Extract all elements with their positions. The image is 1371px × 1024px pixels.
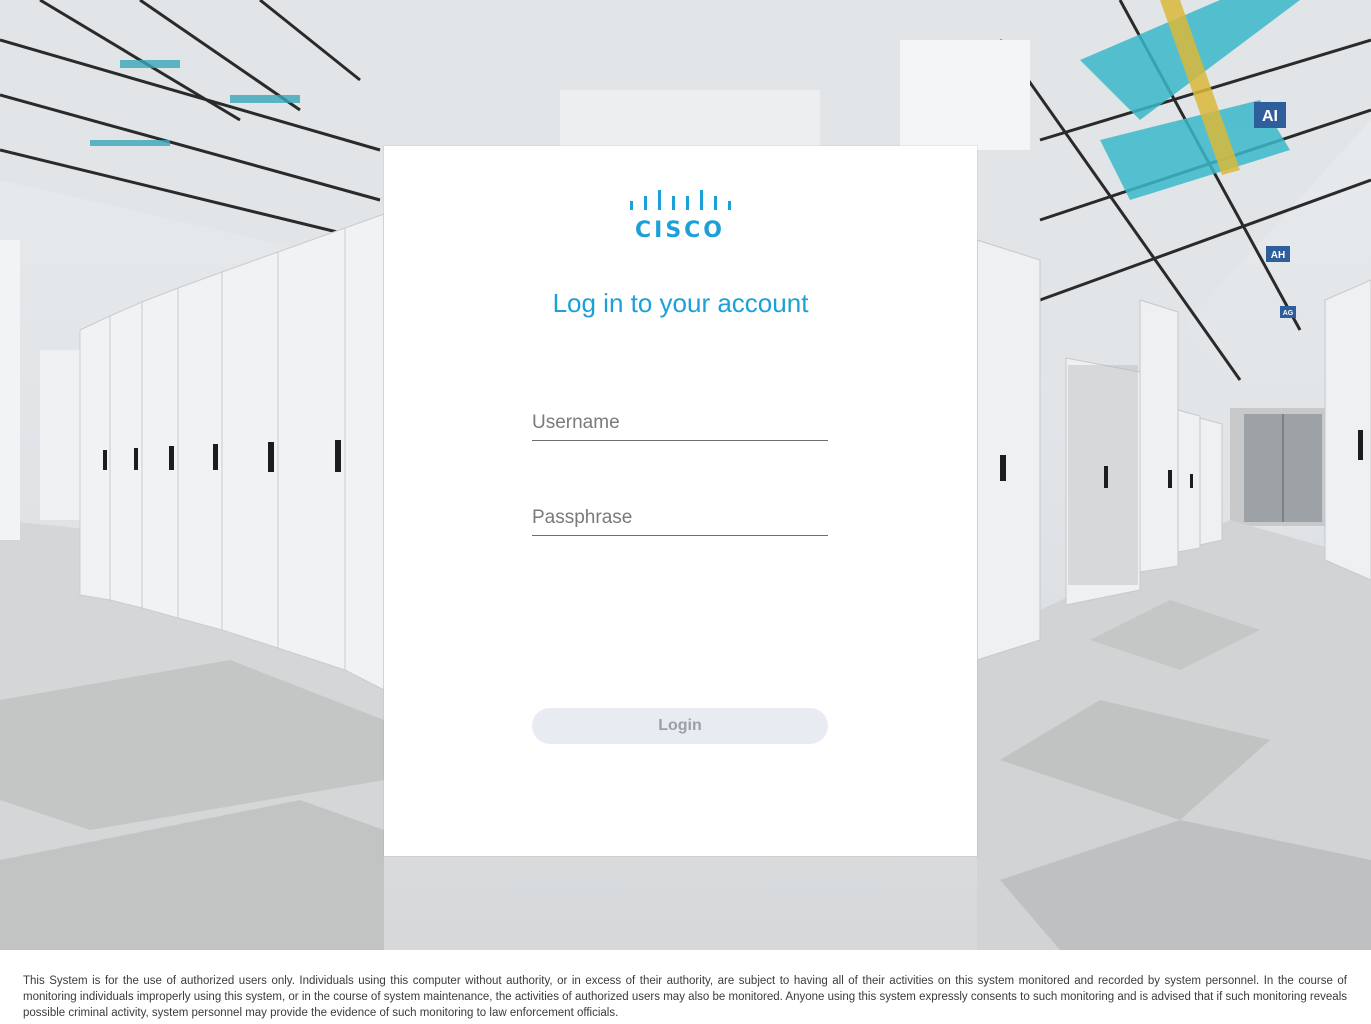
cisco-bars-icon [630,190,731,210]
footer: This System is for the use of authorized… [0,950,1371,1024]
passphrase-input[interactable] [532,501,828,536]
login-title: Log in to your account [552,288,809,318]
login-page: AI AH AG CISCO Log in to your account Us… [0,0,1371,1024]
svg-text:AG: AG [1283,310,1294,317]
cisco-logo: CISCO [628,188,732,244]
username-input[interactable] [532,406,828,441]
cisco-wordmark: CISCO [634,218,726,243]
svg-text:AH: AH [1271,250,1285,261]
login-card: CISCO Log in to your account Login [384,146,977,856]
login-button[interactable]: Login [532,708,828,744]
legal-disclaimer: This System is for the use of authorized… [23,975,1347,1019]
svg-text:AI: AI [1262,108,1278,125]
